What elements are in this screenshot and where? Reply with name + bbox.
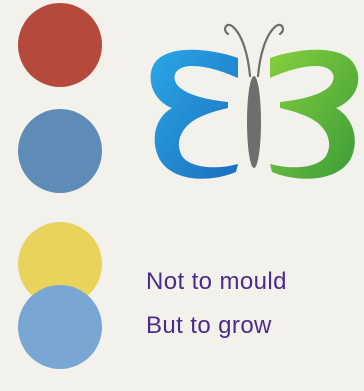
tagline-line-1: Not to mould <box>146 268 287 295</box>
left-wing <box>150 49 238 179</box>
butterfly-logo-icon <box>150 23 359 179</box>
blue-circle <box>18 109 102 193</box>
tagline-line-2: But to grow <box>146 312 272 339</box>
red-circle <box>18 3 102 87</box>
light-blue-circle <box>18 285 102 369</box>
right-wing <box>270 49 359 179</box>
butterfly-body <box>247 76 261 168</box>
